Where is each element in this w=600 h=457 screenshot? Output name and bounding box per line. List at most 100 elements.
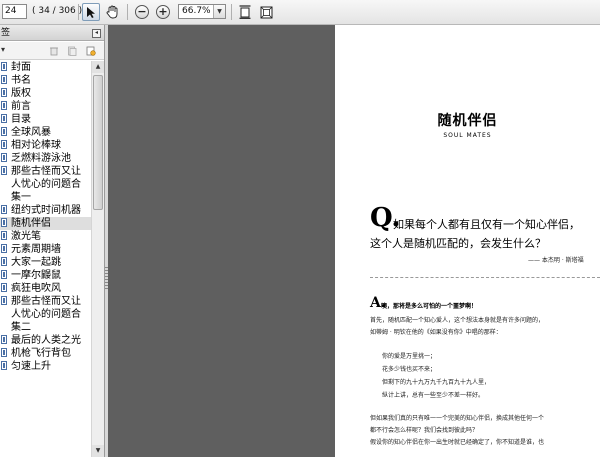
bookmark-page-icon	[1, 153, 7, 162]
bookmark-label: 全球风暴	[11, 127, 51, 138]
bookmark-page-icon	[1, 335, 7, 344]
zoom-out-button[interactable]: −	[133, 3, 151, 21]
bookmark-item[interactable]: 激光笔	[0, 230, 91, 243]
document-page: 随机伴侣 SOUL MATES Q. 如果每个人都有且仅有一个知心伴侣， 这个人…	[335, 25, 600, 457]
bookmark-page-icon	[1, 127, 7, 136]
bookmark-page-icon	[1, 296, 7, 305]
close-icon[interactable]: ◂	[92, 29, 101, 38]
scrollbar[interactable]: ▲ ▼	[91, 61, 104, 457]
bookmark-page-icon	[1, 283, 7, 292]
bookmark-label: 那些古怪而又让人忧心的问题合集二	[11, 296, 81, 333]
zoom-select[interactable]: 66.7% ▼	[178, 4, 226, 19]
bookmark-label: 匀速上升	[11, 361, 51, 372]
bookmark-page-icon	[1, 62, 7, 71]
zoom-in-button[interactable]: +	[154, 3, 172, 21]
chapter-title: 随机伴侣	[437, 113, 498, 129]
question-attribution: —— 本杰明 · 斯塔福	[528, 257, 584, 264]
bookmark-label: 那些古怪而又让人忧心的问题合集一	[11, 166, 81, 203]
scroll-up-icon[interactable]: ▲	[92, 61, 104, 73]
bookmark-item[interactable]: 随机伴侣	[0, 217, 91, 230]
new-bookmark-icon[interactable]	[67, 46, 77, 56]
bookmark-item[interactable]: 乏燃料游泳池	[0, 152, 91, 165]
zoom-in-icon: +	[156, 5, 170, 19]
bookmark-page-icon	[1, 75, 7, 84]
bookmark-label: 最后的人类之光	[11, 335, 81, 346]
delete-icon[interactable]	[49, 46, 59, 56]
bookmark-label: 疯狂电吹风	[11, 283, 61, 294]
bookmark-label: 书名	[11, 75, 31, 86]
body-text-line: 但如果我们真的只有唯一一个完美的知心伴侣，换成其他任何一个	[370, 415, 545, 422]
panel-title: 签	[1, 28, 11, 38]
bookmark-label: 机枪飞行背包	[11, 348, 71, 359]
bookmark-page-icon	[1, 361, 7, 370]
bookmark-label: 乏燃料游泳池	[11, 153, 71, 164]
bookmark-label: 版权	[11, 88, 31, 99]
bookmark-item[interactable]: 前言	[0, 100, 91, 113]
panel-header: 签 ◂	[0, 25, 104, 41]
hand-tool-button[interactable]	[103, 3, 121, 21]
bookmark-item[interactable]: 目录	[0, 113, 91, 126]
bookmark-item[interactable]: 那些古怪而又让人忧心的问题合集一	[0, 165, 91, 204]
bookmark-list: 封面 书名版权前言 目录 全球风暴 相对论棒球 乏燃料游泳池那些古怪而又让人忧心的问题合集…	[0, 61, 91, 457]
bookmark-page-icon	[1, 270, 7, 279]
chevron-down-icon[interactable]: ▼	[213, 5, 225, 18]
answer-lead: 噢，那将是多么可怕的一个噩梦啊！	[381, 303, 478, 310]
bookmark-item[interactable]: 纽约式时间机器	[0, 204, 91, 217]
toolbar-separator	[127, 4, 128, 20]
bookmark-label: 大家一起跳	[11, 257, 61, 268]
bookmark-page-icon	[1, 231, 7, 240]
fit-width-icon	[260, 6, 272, 18]
toolbar: 24 ( 34 / 306 ) − + 66.7% ▼	[0, 0, 600, 25]
options-dropdown-icon[interactable]: ▾	[1, 45, 5, 54]
fit-page-button[interactable]	[236, 3, 254, 21]
toolbar-separator	[78, 4, 79, 20]
bookmark-item[interactable]: 书名	[0, 74, 91, 87]
select-tool-button[interactable]	[82, 3, 100, 21]
panel-toolbar: ▾	[0, 42, 104, 60]
bookmark-item[interactable]: 大家一起跳	[0, 256, 91, 269]
bookmark-item[interactable]: 那些古怪而又让人忧心的问题合集二	[0, 295, 91, 334]
bookmark-item[interactable]: 匀速上升	[0, 360, 91, 373]
question-text-line-2: 这个人是随机匹配的，会发生什么？	[370, 237, 546, 250]
poem-line: 纵计上讲，总有一些至少不差一样好。	[382, 392, 485, 399]
bookmark-item[interactable]: 一摩尔鼹鼠	[0, 269, 91, 282]
bookmark-item[interactable]: 疯狂电吹风	[0, 282, 91, 295]
bookmark-item[interactable]: 机枪飞行背包	[0, 347, 91, 360]
bookmark-page-icon	[1, 257, 7, 266]
hand-icon	[106, 5, 117, 19]
bookmark-label: 随机伴侣	[11, 218, 51, 229]
document-viewer[interactable]: 随机伴侣 SOUL MATES Q. 如果每个人都有且仅有一个知心伴侣， 这个人…	[108, 25, 600, 457]
page-count-label: ( 34 / 306 )	[32, 6, 83, 16]
bookmark-label: 激光笔	[11, 231, 41, 242]
bookmark-item[interactable]: 元素周期墙	[0, 243, 91, 256]
body-text-line: 如蒂姆 · 明钦在他的《如果没有你》中唱的那样：	[370, 329, 502, 336]
bookmark-page-icon	[1, 218, 7, 227]
bookmark-item[interactable]: 相对论棒球	[0, 139, 91, 152]
fit-width-button[interactable]	[257, 3, 275, 21]
bookmark-properties-icon[interactable]	[86, 46, 96, 56]
bookmark-label: 纽约式时间机器	[11, 205, 81, 216]
bookmark-item[interactable]: 全球风暴	[0, 126, 91, 139]
page-number-input[interactable]: 24	[2, 4, 27, 19]
bookmark-page-icon	[1, 244, 7, 253]
bookmark-item[interactable]: 封面	[0, 61, 91, 74]
bookmark-page-icon	[1, 205, 7, 214]
poem-line: 花多少钱也买不来；	[382, 366, 437, 373]
bookmark-page-icon	[1, 348, 7, 357]
zoom-out-icon: −	[135, 5, 149, 19]
body-text-line: 假设你的知心伴侣在你一出生时就已经确定了，你不知道是谁，也	[370, 439, 545, 446]
bookmark-label: 一摩尔鼹鼠	[11, 270, 61, 281]
bookmark-item[interactable]: 版权	[0, 87, 91, 100]
bookmark-label: 前言	[11, 101, 31, 112]
zoom-value: 66.7%	[182, 6, 211, 16]
select-arrow-icon	[87, 6, 95, 18]
chapter-subtitle: SOUL MATES	[443, 132, 492, 139]
bookmark-item[interactable]: 最后的人类之光	[0, 334, 91, 347]
bookmark-page-icon	[1, 88, 7, 97]
poem-line: 但剩下的九十九万九千九百九十九人里，	[382, 379, 491, 386]
bookmark-page-icon	[1, 101, 7, 110]
scroll-thumb[interactable]	[93, 75, 103, 210]
bookmark-label: 元素周期墙	[11, 244, 61, 255]
scroll-down-icon[interactable]: ▼	[92, 445, 104, 457]
toolbar-separator	[231, 4, 232, 20]
